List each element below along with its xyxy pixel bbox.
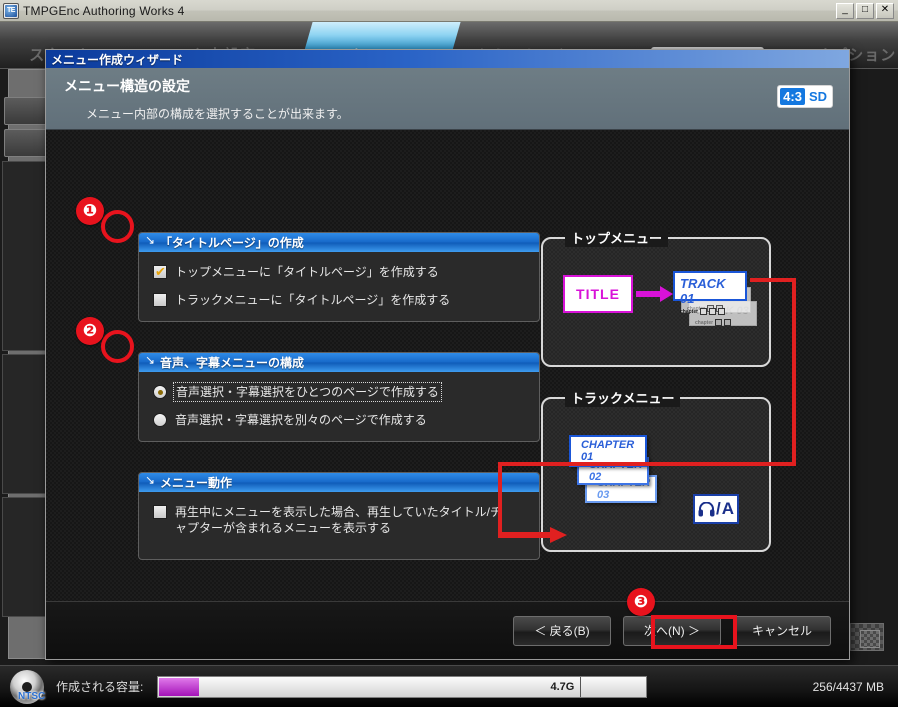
- option-track-menu-title-page[interactable]: トラックメニューに「タイトルページ」を作成する: [153, 292, 529, 308]
- dialog-body: 「タイトルページ」の作成 トップメニューに「タイトルページ」を作成する トラック…: [46, 130, 849, 601]
- capacity-marker-label: 4.7G: [550, 680, 575, 693]
- connector-arrowhead-icon: [498, 527, 567, 543]
- capacity-label: 作成される容量:: [56, 680, 144, 694]
- preview-track-menu-caption: トラックメニュー: [565, 388, 681, 407]
- audio-subtitle-separator: /: [715, 499, 721, 518]
- callout-badge-3: ❸: [627, 588, 655, 616]
- chapter-chip-icon: [718, 308, 726, 315]
- preview-track-card-1: TRACK 01 chapter: [673, 271, 747, 315]
- maximize-button[interactable]: □: [856, 2, 874, 19]
- option-separate-pages[interactable]: 音声選択・字幕選択を別々のページで作成する: [153, 412, 529, 428]
- callout-badge-2: ❷: [76, 317, 104, 345]
- menu-wizard-dialog: メニュー作成ウィザード メニュー構造の設定 メニュー内部の構成を選択することが出…: [45, 49, 850, 660]
- preview-top-menu-caption: トップメニュー: [565, 228, 669, 247]
- radio-single-page-label: 音声選択・字幕選択をひとつのページで作成する: [173, 381, 442, 403]
- group-audio-subtitle-content: 音声選択・字幕選択をひとつのページで作成する 音声選択・字幕選択を別々のページで…: [139, 372, 539, 440]
- dialog-header: メニュー構造の設定 メニュー内部の構成を選択することが出来ます。 4:3 SD: [46, 68, 849, 130]
- headphones-icon: [698, 501, 715, 516]
- status-bar: NTSC 作成される容量: 4.7G 256/4437 MB: [0, 665, 898, 707]
- collapse-arrow-icon: [145, 234, 156, 248]
- connector-segment-right: [792, 278, 796, 466]
- checkbox-resume-menu[interactable]: [153, 505, 167, 519]
- ntsc-label: NTSC: [18, 690, 46, 702]
- window-controls: _ □ ✕: [836, 2, 894, 19]
- dialog-title: メニュー作成ウィザード: [51, 52, 184, 67]
- preview-track-card-1-chapters: chapter: [680, 308, 726, 315]
- dialog-titlebar: メニュー作成ウィザード: [46, 50, 849, 68]
- connector-segment-top: [750, 278, 796, 282]
- group-menu-behavior-content: 再生中にメニューを表示した場合、再生していたタイトル/チャプターが含まれるメニュ…: [139, 492, 539, 548]
- capacity-used-fill: [159, 677, 200, 696]
- preview-track-card-1-label: TRACK 01: [680, 276, 726, 306]
- chapter-chip-icon: [709, 308, 717, 315]
- preview-top-menu: トップメニュー TITLE TRACK 03 chapter: [541, 228, 771, 367]
- chapter-label: chapter: [680, 308, 699, 315]
- radio-separate-pages-label: 音声選択・字幕選択を別々のページで作成する: [175, 413, 427, 428]
- capacity-bar: 4.7G: [157, 675, 648, 698]
- group-title-page-header[interactable]: 「タイトルページ」の作成: [139, 233, 539, 252]
- aspect-ratio-value: 4:3: [780, 88, 805, 105]
- back-button[interactable]: ＜ 戻る(B): [513, 615, 611, 646]
- group-audio-subtitle: 音声、字幕メニューの構成 音声選択・字幕選択をひとつのページで作成する 音声選択…: [138, 352, 540, 442]
- option-top-menu-title-page[interactable]: トップメニューに「タイトルページ」を作成する: [153, 264, 529, 280]
- chapter-chip-icon: [724, 319, 732, 326]
- group-menu-behavior: メニュー動作 再生中にメニューを表示した場合、再生していたタイトル/チャプターが…: [138, 472, 540, 560]
- preview-title-card: TITLE: [563, 275, 633, 313]
- audio-subtitle-letter: A: [721, 499, 734, 518]
- radio-single-page[interactable]: [153, 385, 167, 399]
- collapse-arrow-icon: [145, 474, 156, 488]
- checkbox-resume-menu-label: 再生中にメニューを表示した場合、再生していたタイトル/チャプターが含まれるメニュ…: [175, 505, 502, 536]
- preview-chapter-card-1-label: CHAPTER 01: [581, 439, 635, 463]
- group-audio-subtitle-header[interactable]: 音声、字幕メニューの構成: [139, 353, 539, 372]
- dialog-heading: メニュー構造の設定: [64, 78, 190, 94]
- application-window: TMPGEnc Authoring Works 4 _ □ ✕ スタート 入力設…: [0, 0, 898, 707]
- capacity-marker-line: [580, 676, 582, 697]
- checkbox-track-menu-title-page[interactable]: [153, 293, 167, 308]
- checkbox-track-menu-title-page-label: トラックメニューに「タイトルページ」を作成する: [175, 293, 451, 308]
- close-button[interactable]: ✕: [876, 2, 894, 19]
- chapter-label: chapter: [695, 319, 714, 326]
- app-icon: [3, 2, 19, 19]
- radio-separate-pages[interactable]: [153, 413, 167, 428]
- group-title-page: 「タイトルページ」の作成 トップメニューに「タイトルページ」を作成する トラック…: [138, 232, 540, 322]
- connector-segment-bottom: [498, 462, 796, 466]
- dialog-subheading: メニュー内部の構成を選択することが出来ます。: [86, 107, 349, 121]
- preview-track-menu: トラックメニュー CHAPTER 03 CHAPTER 02 CHAPTER 0…: [541, 388, 771, 552]
- dialog-footer: ＜ 戻る(B) 次へ(N) ＞ キャンセル: [46, 601, 849, 659]
- option-resume-menu[interactable]: 再生中にメニューを表示した場合、再生していたタイトル/チャプターが含まれるメニュ…: [153, 504, 529, 536]
- group-title-page-content: トップメニューに「タイトルページ」を作成する トラックメニューに「タイトルページ…: [139, 252, 539, 320]
- window-title: TMPGEnc Authoring Works 4: [23, 3, 185, 18]
- ntsc-disc-icon: NTSC: [10, 669, 46, 704]
- aspect-quality-value: SD: [808, 89, 827, 104]
- collapse-arrow-icon: [145, 354, 156, 368]
- connector-segment-left: [498, 462, 502, 534]
- capacity-usage-text: 256/4437 MB: [812, 679, 884, 694]
- bg-thumbnail-icon: [850, 623, 884, 651]
- checkbox-top-menu-title-page[interactable]: [153, 264, 167, 280]
- checkbox-top-menu-title-page-label: トップメニューに「タイトルページ」を作成する: [175, 265, 439, 279]
- chapter-chip-icon: [700, 308, 708, 315]
- preview-title-card-label: TITLE: [576, 286, 620, 302]
- preview-track-card-3-chapters: chapter: [695, 319, 732, 326]
- cancel-button[interactable]: キャンセル: [733, 615, 831, 646]
- next-button[interactable]: 次へ(N) ＞: [623, 615, 721, 646]
- group-menu-behavior-header[interactable]: メニュー動作: [139, 473, 539, 492]
- callout-badge-1: ❶: [76, 197, 104, 225]
- window-titlebar: TMPGEnc Authoring Works 4 _ □ ✕: [0, 0, 898, 22]
- minimize-button[interactable]: _: [836, 2, 854, 19]
- group-audio-subtitle-label: 音声、字幕メニューの構成: [160, 356, 305, 370]
- chapter-chip-icon: [715, 319, 723, 326]
- audio-subtitle-icon: / A: [693, 494, 739, 524]
- aspect-ratio-badge: 4:3 SD: [777, 85, 833, 108]
- group-menu-behavior-label: メニュー動作: [160, 476, 233, 490]
- option-single-page[interactable]: 音声選択・字幕選択をひとつのページで作成する: [153, 381, 529, 403]
- title-to-track-arrow-icon: [636, 286, 673, 302]
- group-title-page-label: 「タイトルページ」の作成: [160, 236, 304, 250]
